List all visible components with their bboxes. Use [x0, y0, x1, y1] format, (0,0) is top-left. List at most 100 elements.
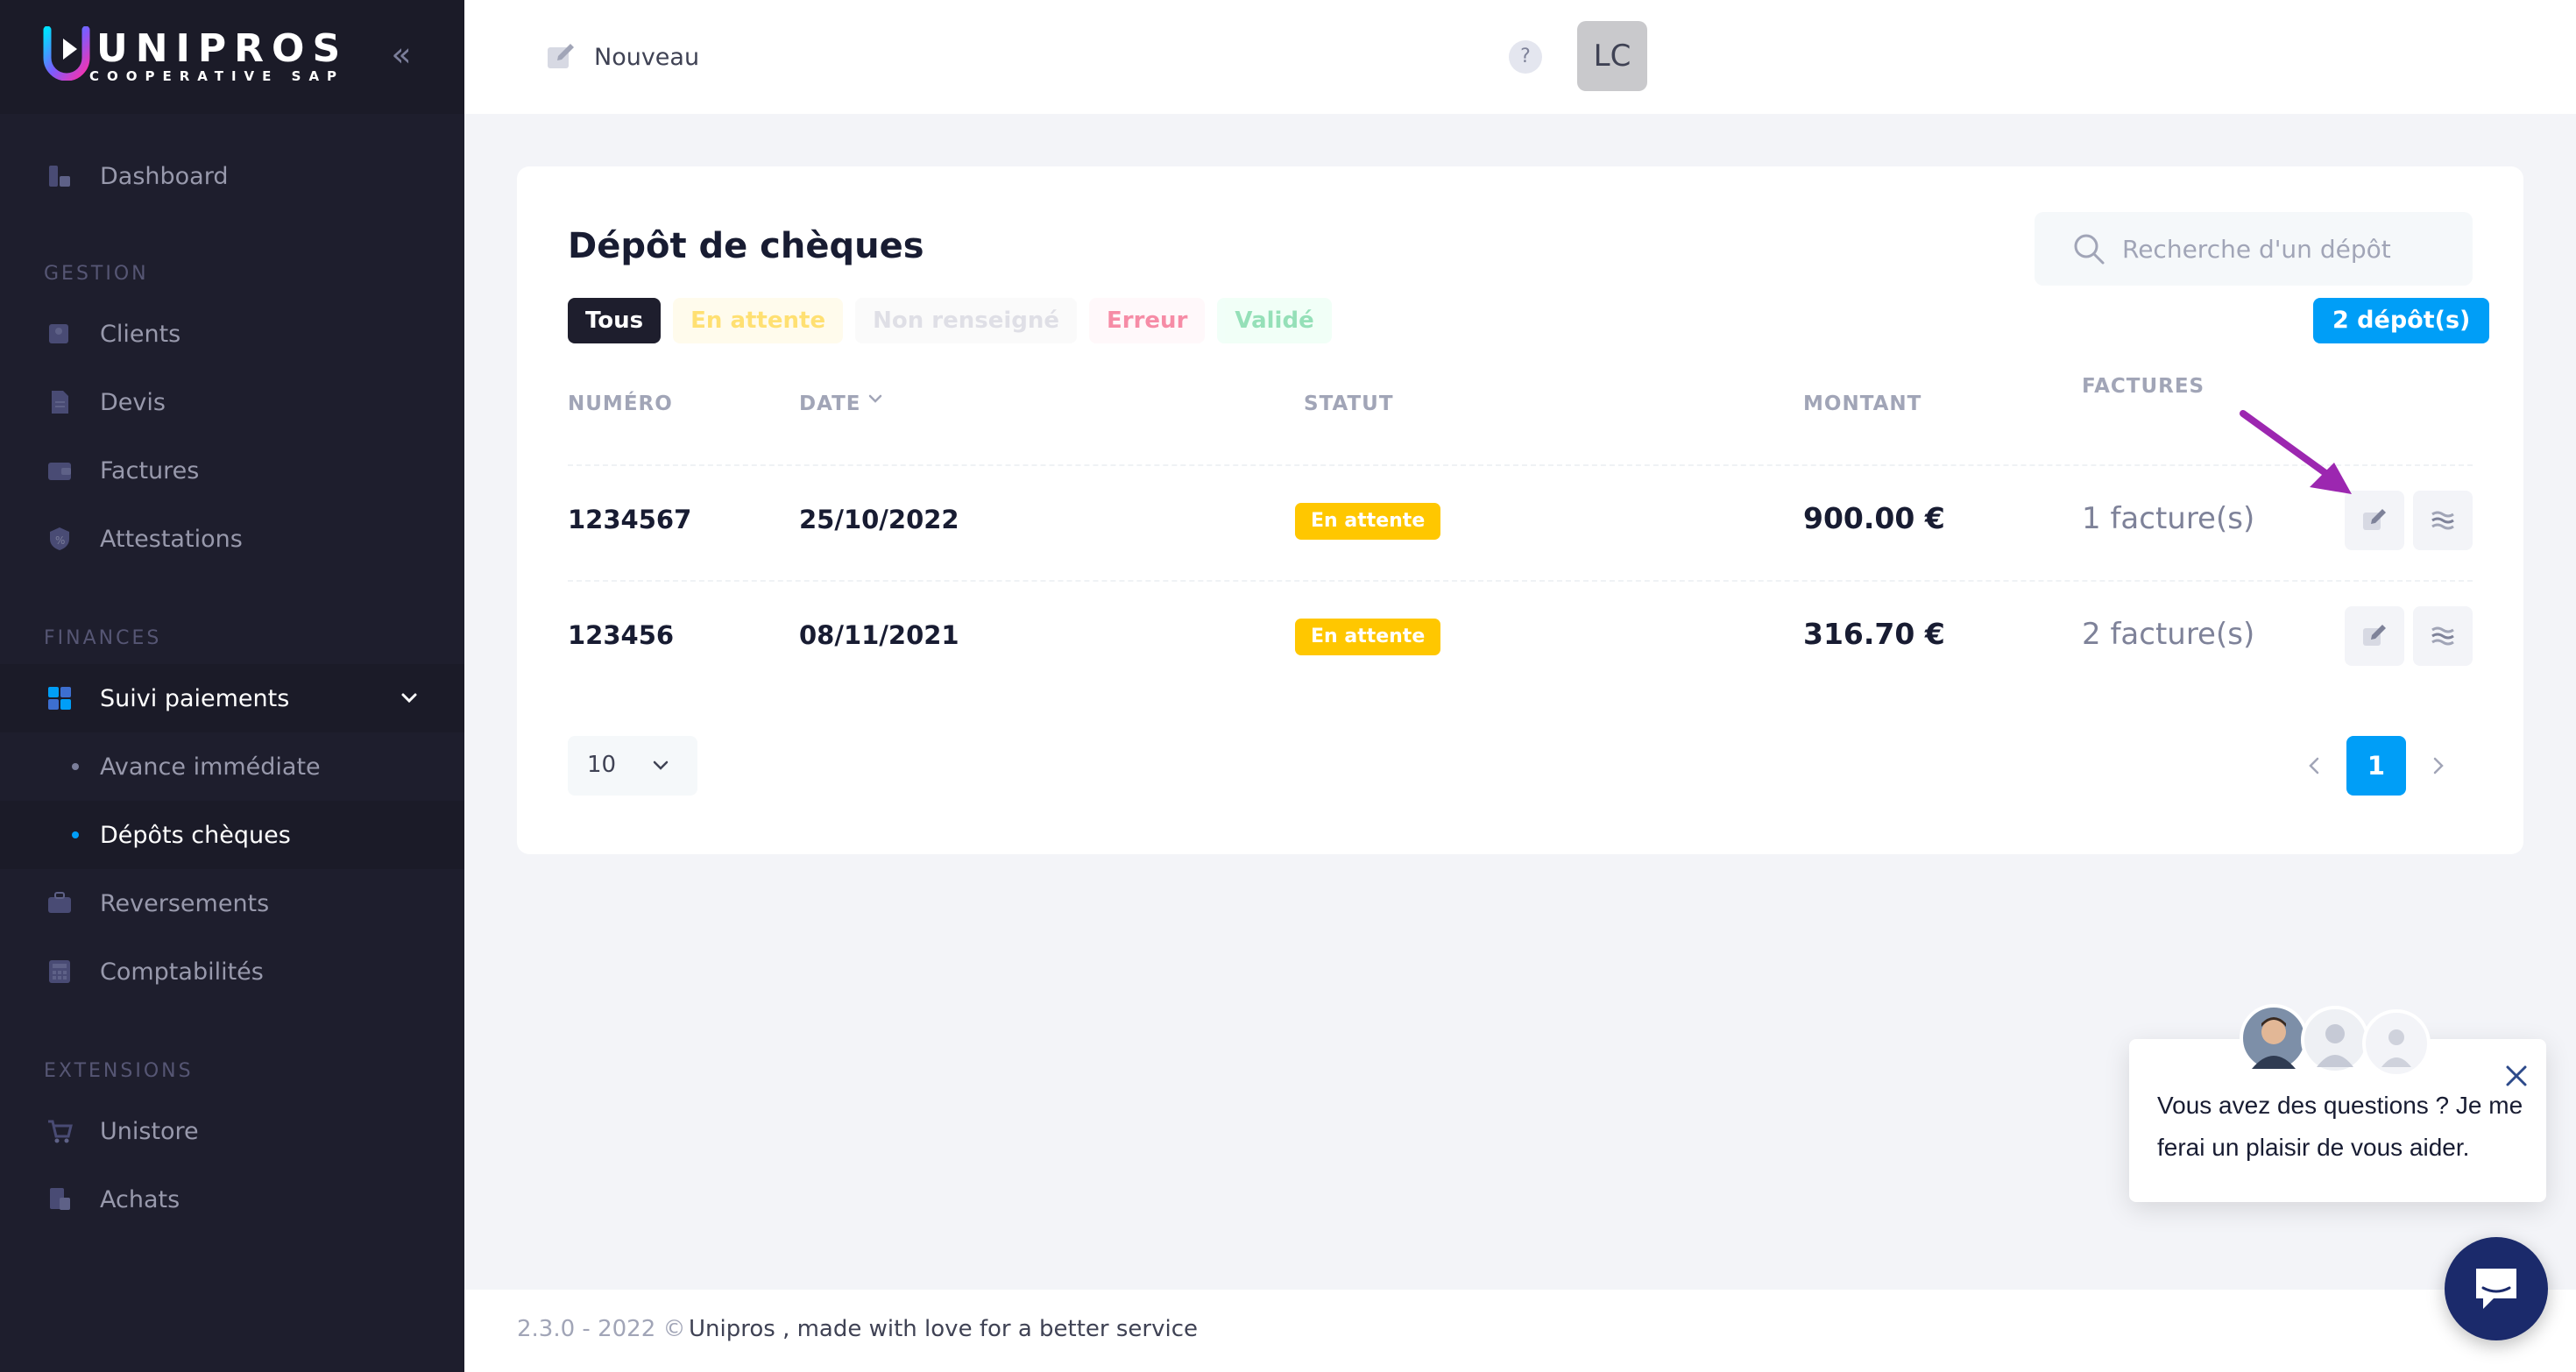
previous-page-icon[interactable]	[2297, 748, 2332, 783]
section-finances: FINANCES	[44, 627, 162, 649]
sidebar-item-suivi-paiements[interactable]: Suivi paiements	[0, 664, 464, 732]
calculator-icon	[49, 960, 70, 983]
filter-error[interactable]: Erreur	[1089, 298, 1206, 343]
svg-text:%: %	[55, 534, 65, 547]
brand: UNIPROS COOPERATIVE SAP «	[0, 0, 464, 114]
cell-factures: 2 facture(s)	[2082, 617, 2255, 652]
sidebar-item-label: Clients	[100, 320, 181, 348]
cell-numero: 1234567	[568, 505, 692, 534]
chat-launcher-button[interactable]	[2445, 1237, 2548, 1340]
cart-icon	[48, 1120, 73, 1143]
table-row[interactable]: 123456 08/11/2021 En attente 316.70 € 2 …	[517, 580, 2523, 694]
column-header-statut[interactable]: STATUT	[1304, 393, 1394, 415]
unipros-logo-icon	[43, 26, 90, 81]
sidebar-item-label: Devis	[100, 388, 166, 416]
filter-all[interactable]: Tous	[568, 298, 662, 343]
details-button[interactable]	[2413, 491, 2473, 550]
cell-montant: 900.00 €	[1803, 501, 1945, 535]
footer-text: Unipros , made with love for a better se…	[689, 1316, 1199, 1342]
certificate-icon: %	[50, 527, 69, 550]
cell-numero: 123456	[568, 620, 675, 650]
bullet-icon	[72, 831, 79, 838]
new-button[interactable]: Nouveau	[545, 39, 699, 75]
edit-button[interactable]	[2345, 606, 2404, 666]
filter-validated[interactable]: Validé	[1217, 298, 1332, 343]
chat-message: Vous avez des questions ? Je me ferai un…	[2157, 1092, 2523, 1161]
footer: 2.3.0 - 2022 © Unipros , made with love …	[464, 1290, 2576, 1372]
current-page-button[interactable]: 1	[2346, 736, 2406, 796]
filter-pending[interactable]: En attente	[673, 298, 844, 343]
close-icon[interactable]	[2501, 1060, 2532, 1092]
wallet-icon	[48, 463, 71, 480]
next-page-icon[interactable]	[2420, 748, 2455, 783]
chat-agents	[2240, 1004, 2436, 1081]
sidebar-item-attestations[interactable]: % Attestations	[0, 505, 464, 573]
search-input[interactable]	[2120, 212, 2462, 286]
sidebar-item-label: Suivi paiements	[100, 684, 290, 712]
receipt-icon	[50, 1188, 70, 1210]
sort-chevron-icon[interactable]	[866, 389, 885, 408]
search-icon	[2074, 234, 2105, 265]
column-header-factures[interactable]: FACTURES	[2082, 375, 2204, 398]
document-icon	[52, 391, 68, 414]
collapse-sidebar-icon[interactable]: «	[384, 37, 419, 72]
sidebar-item-label: Dépôts chèques	[100, 821, 291, 849]
sidebar-item-label: Achats	[100, 1185, 180, 1213]
version-text: 2.3.0 - 2022 ©	[517, 1316, 686, 1342]
sidebar-item-achats[interactable]: Achats	[0, 1165, 464, 1234]
user-avatar[interactable]: LC	[1577, 21, 1647, 91]
sidebar-item-factures[interactable]: Factures	[0, 436, 464, 505]
chevron-down-icon	[401, 693, 417, 704]
cell-montant: 316.70 €	[1803, 617, 1945, 651]
sidebar-item-unistore[interactable]: Unistore	[0, 1097, 464, 1165]
column-header-montant[interactable]: MONTANT	[1803, 393, 1921, 415]
clients-icon	[49, 324, 68, 343]
sidebar-item-clients[interactable]: Clients	[0, 300, 464, 368]
cell-date: 25/10/2022	[799, 505, 959, 534]
column-header-numero[interactable]: NUMÉRO	[568, 393, 673, 415]
dashboard-icon	[49, 166, 70, 187]
list-waves-icon	[2431, 511, 2454, 530]
sidebar-item-label: Factures	[100, 456, 200, 484]
new-button-label: Nouveau	[594, 43, 700, 71]
deposit-count-badge: 2 dépôt(s)	[2313, 298, 2490, 343]
annotation-arrow-icon	[2240, 410, 2352, 494]
sidebar-item-depots-cheques[interactable]: Dépôts chèques	[0, 801, 464, 869]
page-size-select[interactable]: 10	[568, 736, 697, 796]
column-header-date[interactable]: DATE	[799, 393, 861, 415]
briefcase-icon	[48, 892, 71, 913]
edit-icon	[2363, 509, 2386, 530]
filter-not-filled[interactable]: Non renseigné	[855, 298, 1078, 343]
sidebar: UNIPROS COOPERATIVE SAP « Dashboard GEST…	[0, 0, 464, 1372]
sidebar-item-label: Reversements	[100, 889, 270, 917]
sidebar-item-label: Avance immédiate	[100, 753, 321, 781]
sidebar-item-label: Comptabilités	[100, 958, 264, 986]
sidebar-item-label: Dashboard	[100, 162, 229, 190]
status-filters: Tous En attente Non renseigné Erreur Val…	[568, 298, 1332, 343]
sidebar-item-devis[interactable]: Devis	[0, 368, 464, 436]
edit-icon	[2363, 625, 2386, 646]
details-button[interactable]	[2413, 606, 2473, 666]
sidebar-item-dashboard[interactable]: Dashboard	[0, 142, 464, 210]
page-size-value: 10	[587, 752, 617, 778]
search-box[interactable]	[2035, 212, 2473, 286]
agent-placeholder-avatar	[2362, 1009, 2431, 1078]
section-gestion: GESTION	[44, 263, 149, 285]
grid-icon	[48, 687, 71, 710]
sidebar-item-label: Unistore	[100, 1117, 199, 1145]
sidebar-item-comptabilites[interactable]: Comptabilités	[0, 937, 464, 1006]
page-title: Dépôt de chèques	[568, 226, 924, 266]
brand-name: UNIPROS	[96, 26, 349, 71]
sidebar-item-reversements[interactable]: Reversements	[0, 869, 464, 937]
table-row[interactable]: 1234567 25/10/2022 En attente 900.00 € 1…	[517, 464, 2523, 578]
section-extensions: EXTENSIONS	[44, 1060, 194, 1082]
cell-date: 08/11/2021	[799, 620, 959, 650]
status-badge: En attente	[1295, 503, 1441, 540]
chevron-down-icon	[653, 760, 669, 770]
help-icon[interactable]: ?	[1509, 40, 1542, 74]
bullet-icon	[72, 763, 79, 770]
chat-icon	[2476, 1269, 2516, 1309]
agent-placeholder-avatar	[2301, 1006, 2369, 1074]
sidebar-item-avance-immediate[interactable]: Avance immédiate	[0, 732, 464, 801]
sidebar-item-label: Attestations	[100, 525, 243, 553]
